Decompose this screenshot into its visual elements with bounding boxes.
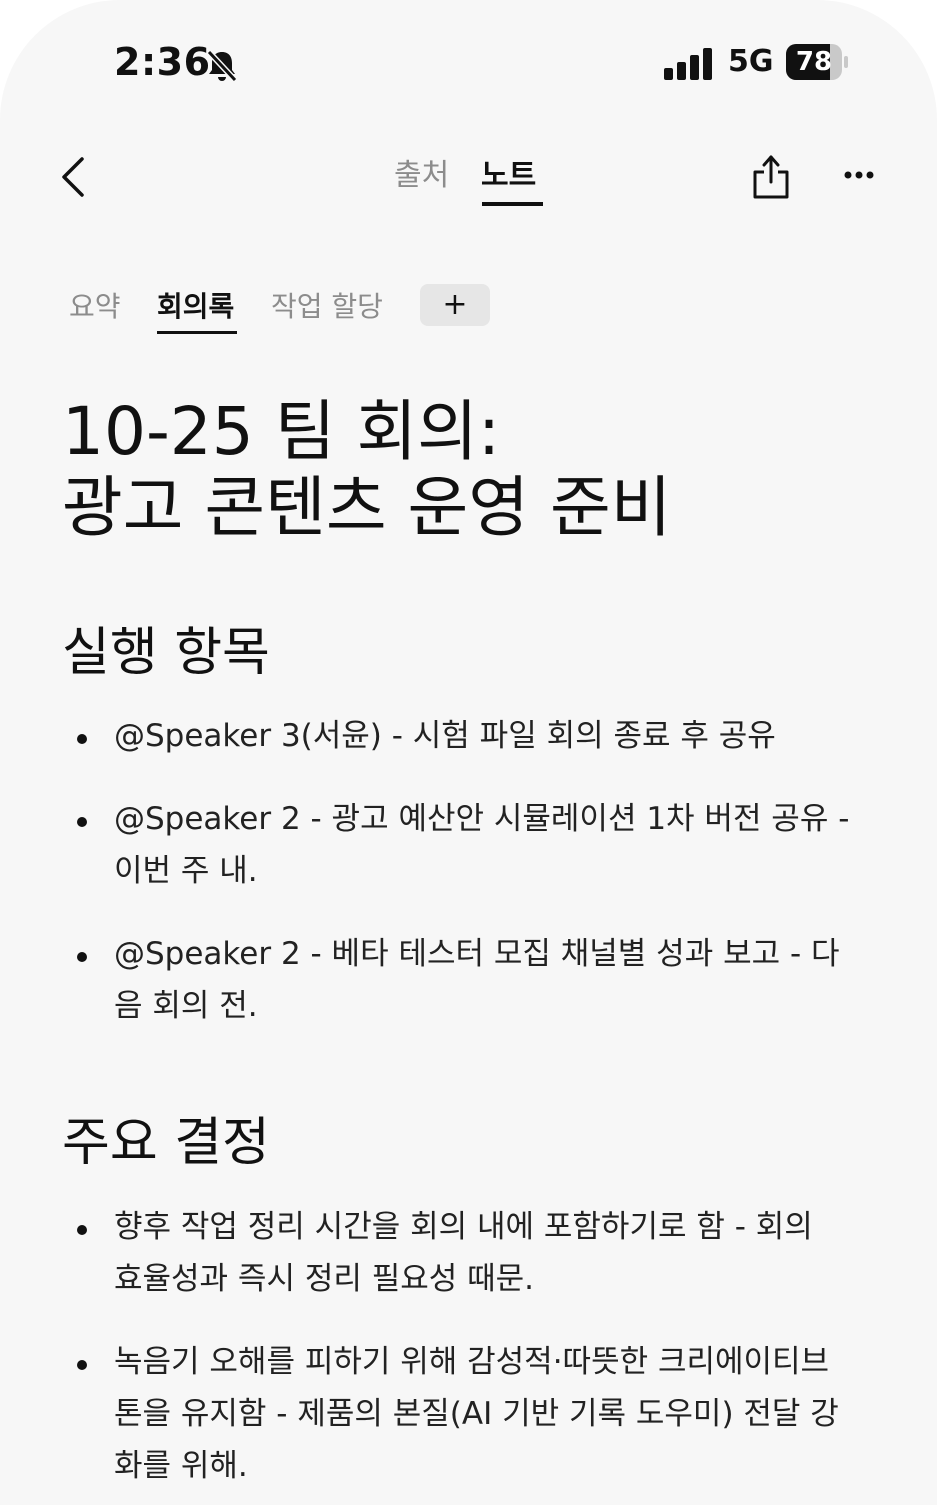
list-item-text: 이번 주 내.: [114, 853, 258, 889]
list-item-text: @Speaker 2 - 베타 테스터 모집 채널별 성과 보고 - 다: [114, 936, 840, 972]
status-bar: 2:36 5G 78: [0, 40, 937, 90]
list-item-text: 톤을 유지함 - 제품의 본질(AI 기반 기록 도우미) 전달 강: [114, 1396, 839, 1432]
bullet-dot: [77, 1360, 87, 1370]
bullet-dot: [77, 817, 87, 827]
phone-screen: 2:36 5G 78 출처 노트 요약 회의록 작업 할당 + 10-25 팀 …: [0, 0, 937, 1505]
list-item-text: 향후 작업 정리 시간을 회의 내에 포함하기로 함 - 회의: [114, 1209, 813, 1245]
bullet-dot: [77, 1225, 87, 1235]
section-heading-action-items: 실행 항목: [62, 623, 270, 683]
note-title-line-1: 10-25 팀 회의:: [62, 393, 501, 470]
active-subtab-indicator: [157, 331, 237, 334]
list-item-text: 녹음기 오해를 피하기 위해 감성적·따뜻한 크리에이티브: [114, 1344, 830, 1380]
active-tab-indicator: [482, 202, 543, 206]
subtab-minutes[interactable]: 회의록: [157, 285, 234, 325]
note-title-line-2: 광고 콘텐츠 운영 준비: [62, 469, 672, 546]
list-item-text: @Speaker 3(서윤) - 시험 파일 회의 종료 후 공유: [114, 718, 776, 754]
more-icon[interactable]: [844, 170, 874, 180]
section-heading-key-decisions: 주요 결정: [62, 1113, 270, 1173]
bullet-dot: [77, 734, 87, 744]
bell-muted-icon: [206, 49, 238, 83]
tab-source[interactable]: 출처: [394, 150, 449, 194]
subtab-summary[interactable]: 요약: [69, 285, 121, 325]
list-item-text: 효율성과 즉시 정리 필요성 때문.: [114, 1261, 535, 1297]
add-tab-button[interactable]: +: [420, 284, 490, 326]
tab-note[interactable]: 노트: [481, 150, 536, 194]
subtab-task-assignment[interactable]: 작업 할당: [271, 285, 383, 325]
list-item-text: 화를 위해.: [114, 1448, 248, 1484]
bullet-dot: [77, 952, 87, 962]
battery-icon: 78: [786, 44, 848, 80]
network-type: 5G: [728, 44, 774, 79]
share-icon[interactable]: [752, 154, 790, 200]
note-title: 10-25 팀 회의: 광고 콘텐츠 운영 준비: [62, 394, 882, 546]
list-item-text: @Speaker 2 - 광고 예산안 시뮬레이션 1차 버전 공유 -: [114, 801, 850, 837]
battery-percent: 78: [795, 47, 833, 77]
top-tabs: 출처 노트: [0, 150, 937, 210]
cellular-signal-icon: [664, 48, 712, 80]
status-time: 2:36: [114, 40, 211, 84]
list-item-text: 음 회의 전.: [114, 988, 258, 1024]
